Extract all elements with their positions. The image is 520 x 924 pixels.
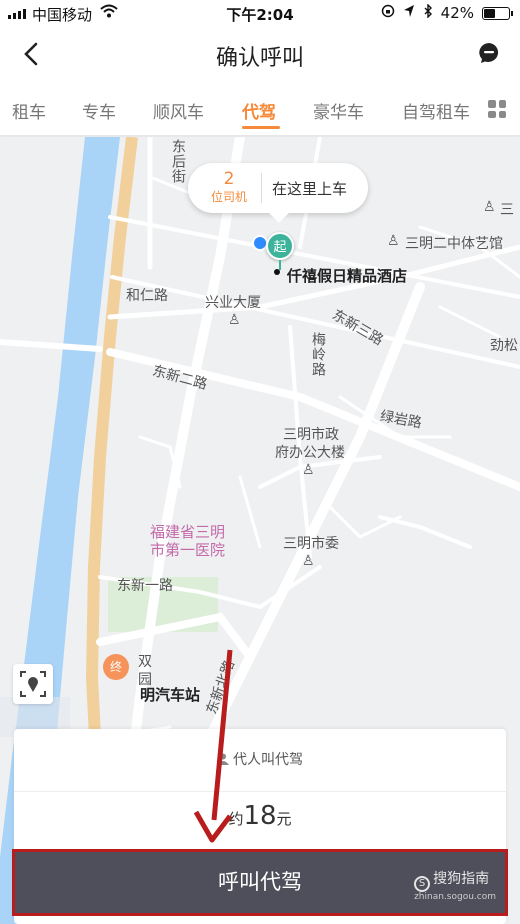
hotel-dot [274, 269, 280, 275]
price-prefix: 约 [228, 810, 244, 828]
chat-bubble-icon [479, 43, 499, 63]
poi-icon: ♙ [302, 553, 315, 569]
page-title: 确认呼叫 [215, 46, 304, 71]
locate-button[interactable] [13, 664, 53, 704]
poi-icon: ♙ [387, 233, 400, 249]
bubble-divider [261, 173, 262, 203]
start-pin-stem [279, 260, 281, 270]
start-pin: 起 [266, 232, 294, 260]
pickup-here-text: 在这里上车 [272, 180, 348, 198]
driver-count-unit: 位司机 [210, 190, 247, 204]
map-label-jinsong: 劲松 [490, 338, 518, 354]
card-divider [14, 791, 506, 792]
watermark-name: 搜狗指南 [433, 871, 490, 887]
tab-premier[interactable]: 专车 [82, 98, 116, 123]
driver-count: 2 位司机 [200, 170, 258, 205]
person-icon [217, 753, 229, 765]
watermark-url: zhinan.sogou.com [414, 892, 496, 902]
proxy-call-text: 代人叫代驾 [233, 752, 303, 768]
lock-rotation-icon [381, 4, 395, 22]
tab-carpool[interactable]: 顺风车 [153, 98, 204, 123]
end-pin: 终 [103, 654, 129, 680]
price-amount: 18 [243, 801, 277, 831]
tab-self-drive-rental[interactable]: 自驾租车 [402, 98, 470, 123]
tab-rental[interactable]: 租车 [12, 98, 46, 123]
map-label-dongxin1: 东新一路 [117, 578, 173, 594]
battery-icon [482, 6, 513, 20]
battery-percent: 42% [440, 4, 474, 22]
active-tab-indicator [242, 126, 280, 129]
map-label-committee: 三明市委 [283, 536, 339, 552]
map-label-san: 三 [500, 202, 514, 218]
map-label-hospital-1: 福建省三明 [150, 523, 226, 541]
service-tabs: 租车 专车 顺风车 代驾 豪华车 自驾租车 [0, 80, 520, 136]
map-label-gov-2: 府办公大楼 [275, 445, 345, 461]
location-icon [403, 4, 415, 22]
tab-designated-driver[interactable]: 代驾 [242, 98, 276, 123]
map-label-dong-hou-jie: 东后街 [170, 139, 186, 184]
poi-icon: ♙ [302, 462, 315, 478]
map-label-gov-1: 三明市政 [283, 427, 339, 443]
poi-icon: ♙ [483, 199, 496, 215]
bluetooth-icon [423, 3, 433, 22]
map-label-bus-station: 明汽车站 [140, 686, 201, 704]
driver-count-number: 2 [223, 169, 235, 189]
map-label-hotel: 仟禧假日精品酒店 [287, 267, 408, 285]
pickup-bubble[interactable]: 2 位司机 在这里上车 [188, 163, 368, 223]
locate-icon [20, 671, 46, 697]
map-label-heren-road: 和仁路 [126, 288, 168, 304]
map-label-meiling: 梅岭路 [310, 332, 326, 377]
tab-luxury[interactable]: 豪华车 [313, 98, 364, 123]
sogou-logo-icon: S [414, 876, 431, 892]
status-bar: 中国移动 下午2:04 42% [0, 0, 520, 28]
watermark: S 搜狗指南 zhinan.sogou.com [414, 868, 496, 902]
map-label-xingye: 兴业大厦 [205, 295, 261, 311]
grid-menu-icon[interactable] [488, 100, 506, 118]
poi-icon: ♙ [228, 312, 241, 328]
nav-bar: 确认呼叫 [0, 28, 520, 80]
price-estimate[interactable]: 约18元 [14, 801, 506, 831]
map-label-hospital-2: 市第一医院 [150, 541, 226, 559]
map-label-museum: 三明二中体艺馆 [405, 236, 503, 252]
price-unit: 元 [276, 810, 292, 828]
proxy-call-row[interactable]: 代人叫代驾 [14, 749, 506, 769]
map-label-shuangyuan-1: 双 [138, 654, 152, 670]
message-button[interactable] [478, 42, 500, 64]
